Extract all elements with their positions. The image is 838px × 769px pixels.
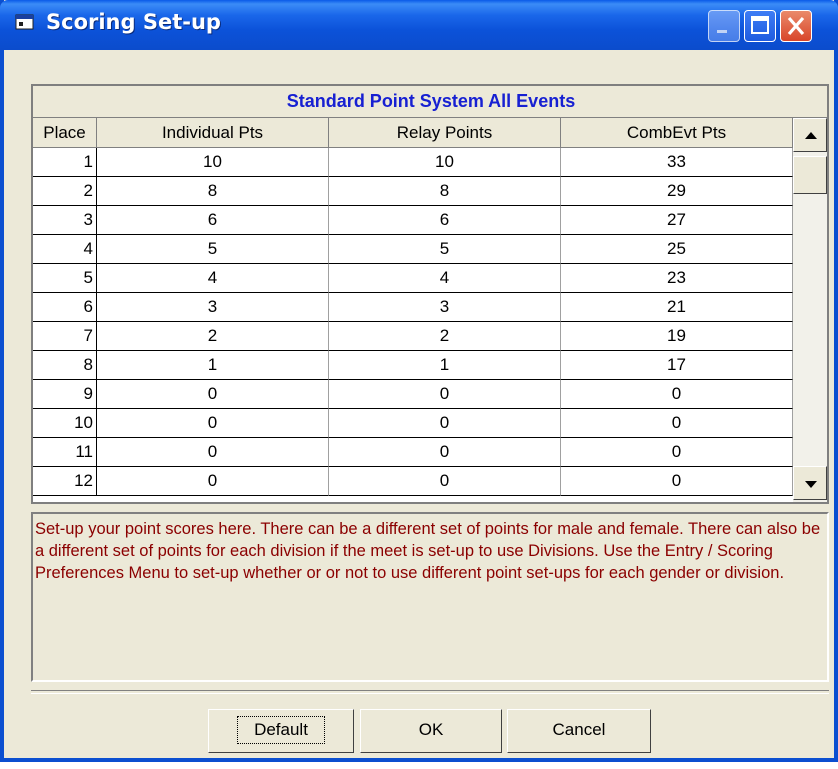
points-grid[interactable]: Standard Point System All Events Place I… (31, 84, 829, 504)
cell-place: 9 (33, 380, 97, 409)
scroll-thumb[interactable] (793, 156, 827, 194)
scroll-down-button[interactable] (793, 466, 827, 500)
cell-relay-points[interactable]: 4 (329, 264, 561, 293)
minimize-icon (717, 30, 727, 33)
cell-individual-pts[interactable]: 4 (97, 264, 329, 293)
cell-place: 8 (33, 351, 97, 380)
header-place: Place (33, 118, 97, 148)
title-bar[interactable]: Scoring Set-up (0, 0, 838, 50)
cell-place: 6 (33, 293, 97, 322)
header-combevt-pts: CombEvt Pts (561, 118, 793, 148)
cell-combevt-pts[interactable]: 0 (561, 467, 793, 496)
cell-combevt-pts[interactable]: 21 (561, 293, 793, 322)
cell-combevt-pts[interactable]: 17 (561, 351, 793, 380)
close-button[interactable] (780, 10, 812, 42)
cancel-button[interactable]: Cancel (507, 709, 651, 753)
cell-place: 5 (33, 264, 97, 293)
cell-individual-pts[interactable]: 1 (97, 351, 329, 380)
cell-individual-pts[interactable]: 0 (97, 467, 329, 496)
ok-button[interactable]: OK (360, 709, 502, 753)
cell-individual-pts[interactable]: 8 (97, 177, 329, 206)
cell-relay-points[interactable]: 0 (329, 438, 561, 467)
cell-combevt-pts[interactable]: 27 (561, 206, 793, 235)
button-divider (31, 690, 829, 694)
grid-caption: Standard Point System All Events (33, 86, 827, 118)
maximize-button[interactable] (744, 10, 776, 42)
cell-relay-points[interactable]: 5 (329, 235, 561, 264)
cell-combevt-pts[interactable]: 0 (561, 438, 793, 467)
maximize-icon (751, 16, 769, 34)
header-relay-points: Relay Points (329, 118, 561, 148)
cell-combevt-pts[interactable]: 0 (561, 380, 793, 409)
close-icon (787, 16, 805, 36)
cell-place: 12 (33, 467, 97, 496)
cell-combevt-pts[interactable]: 29 (561, 177, 793, 206)
default-button-label: Default (237, 716, 325, 744)
cell-combevt-pts[interactable]: 33 (561, 148, 793, 177)
cell-individual-pts[interactable]: 5 (97, 235, 329, 264)
cell-place: 1 (33, 148, 97, 177)
cell-place: 2 (33, 177, 97, 206)
cell-place: 11 (33, 438, 97, 467)
cell-relay-points[interactable]: 0 (329, 467, 561, 496)
scroll-down-icon (805, 481, 817, 488)
cell-relay-points[interactable]: 0 (329, 409, 561, 438)
window-title: Scoring Set-up (46, 10, 221, 34)
cell-individual-pts[interactable]: 0 (97, 380, 329, 409)
cell-place: 3 (33, 206, 97, 235)
cell-combevt-pts[interactable]: 25 (561, 235, 793, 264)
help-message: Set-up your point scores here. There can… (31, 512, 829, 682)
vertical-scrollbar[interactable] (793, 118, 827, 502)
cell-individual-pts[interactable]: 0 (97, 409, 329, 438)
cell-relay-points[interactable]: 1 (329, 351, 561, 380)
cell-individual-pts[interactable]: 0 (97, 438, 329, 467)
cell-place: 4 (33, 235, 97, 264)
cell-combevt-pts[interactable]: 23 (561, 264, 793, 293)
cell-relay-points[interactable]: 0 (329, 380, 561, 409)
cell-relay-points[interactable]: 3 (329, 293, 561, 322)
cell-individual-pts[interactable]: 10 (97, 148, 329, 177)
scroll-up-icon (805, 132, 817, 139)
default-button[interactable]: Default (208, 709, 354, 753)
cell-individual-pts[interactable]: 3 (97, 293, 329, 322)
scroll-up-button[interactable] (793, 118, 827, 152)
header-individual-pts: Individual Pts (97, 118, 329, 148)
cell-relay-points[interactable]: 10 (329, 148, 561, 177)
minimize-button[interactable] (708, 10, 740, 42)
cell-combevt-pts[interactable]: 19 (561, 322, 793, 351)
cell-individual-pts[interactable]: 2 (97, 322, 329, 351)
app-window-icon (15, 14, 34, 30)
cell-individual-pts[interactable]: 6 (97, 206, 329, 235)
cell-relay-points[interactable]: 2 (329, 322, 561, 351)
cell-place: 10 (33, 409, 97, 438)
cell-place: 7 (33, 322, 97, 351)
cell-combevt-pts[interactable]: 0 (561, 409, 793, 438)
cell-relay-points[interactable]: 6 (329, 206, 561, 235)
cell-relay-points[interactable]: 8 (329, 177, 561, 206)
